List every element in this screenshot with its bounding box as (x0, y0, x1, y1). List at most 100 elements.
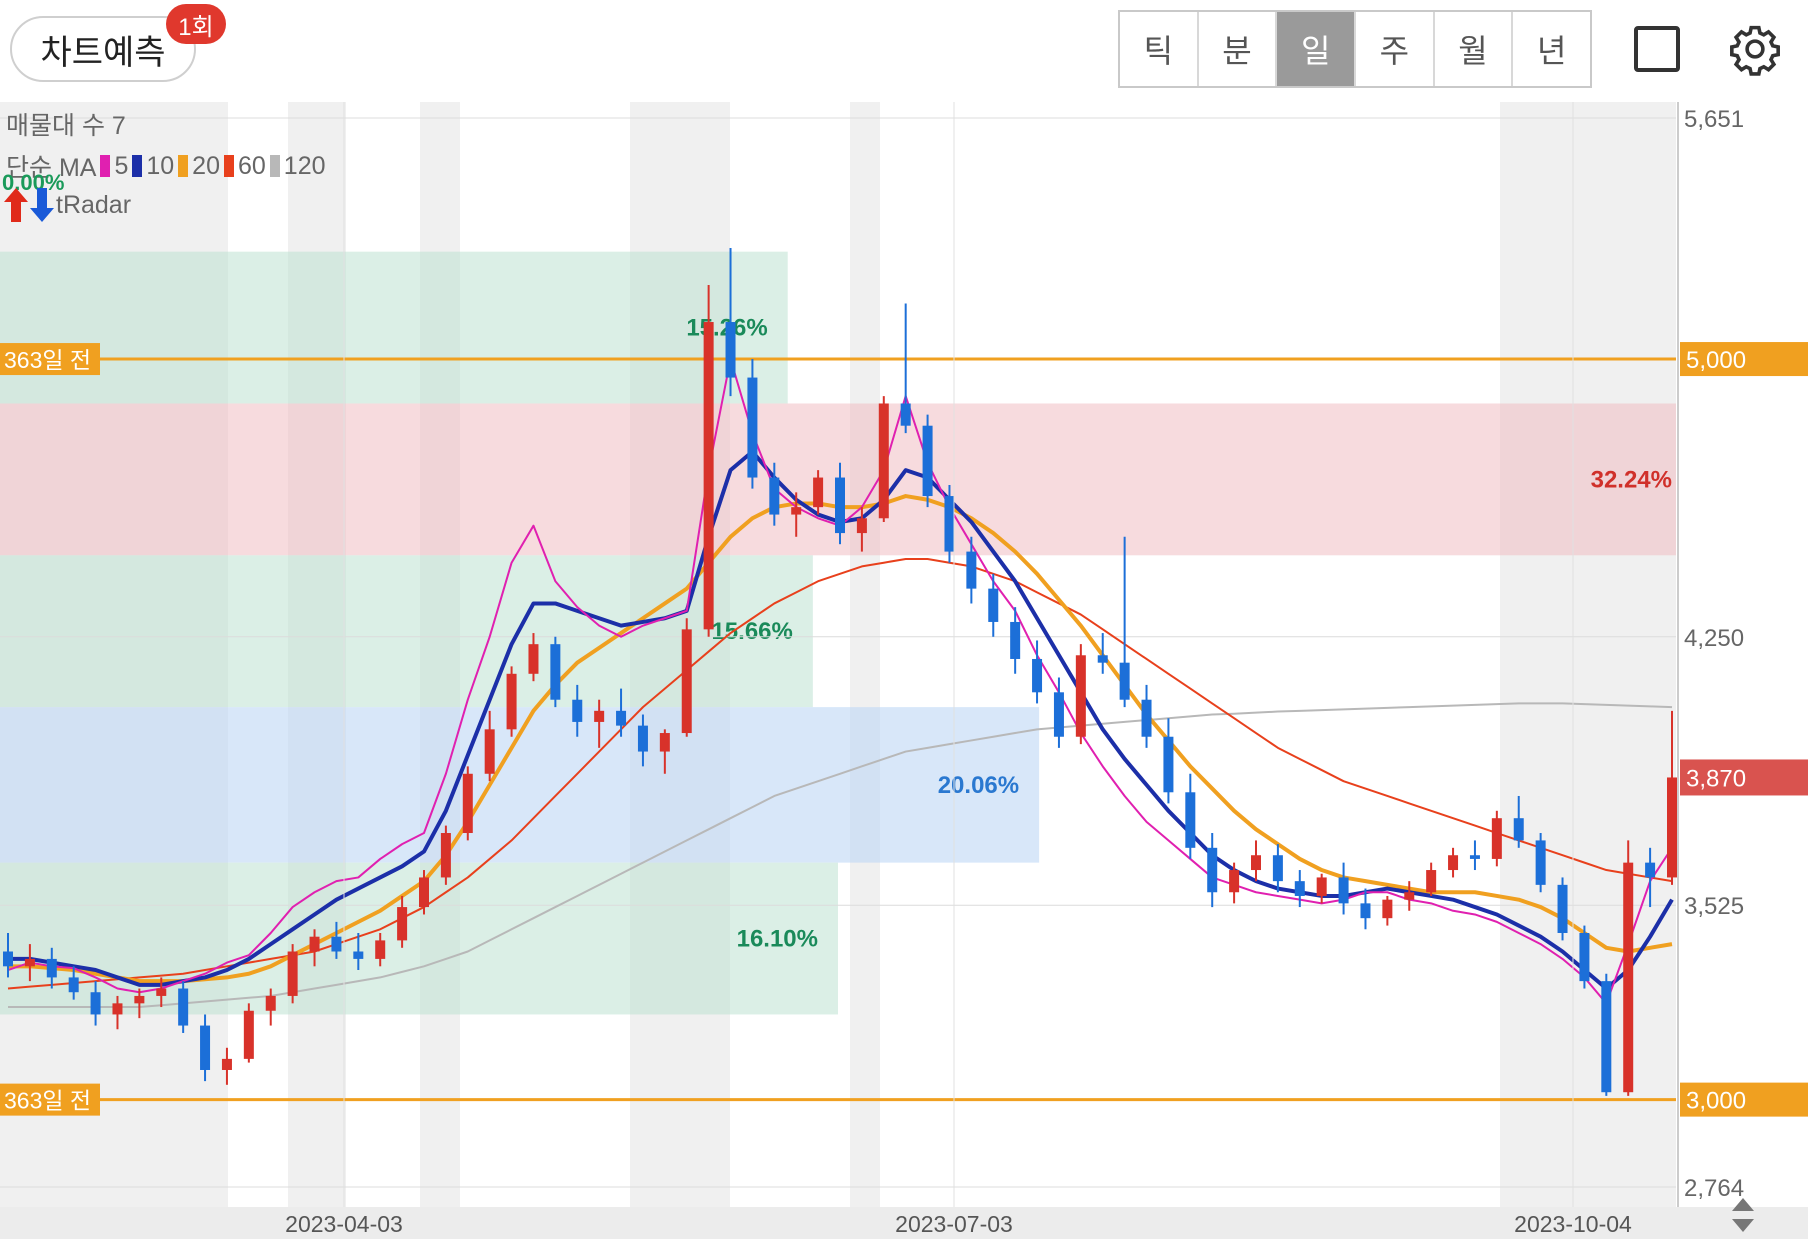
tradar-label: tRadar (56, 190, 132, 219)
candle-body (900, 403, 911, 426)
tab-tick[interactable]: 틱 (1120, 12, 1199, 86)
candle-body (1053, 692, 1064, 737)
volume-zone-pct: 16.10% (737, 926, 818, 953)
candle-body (1513, 818, 1524, 841)
candle-body (178, 988, 189, 1026)
candle-body (594, 710, 605, 722)
candle-body (988, 588, 999, 622)
candle-body (1535, 840, 1546, 885)
candle-body (3, 951, 13, 967)
candle-body (1426, 870, 1437, 893)
candle-body (419, 877, 429, 908)
ma5-label: 5 (114, 151, 129, 180)
candle-body (769, 477, 780, 515)
candle-body (200, 1025, 211, 1070)
volume-profile-legend: 매물대 수 7 (6, 112, 126, 140)
candle-body (1623, 862, 1634, 1093)
candle-body (1294, 881, 1305, 896)
candle-body (506, 673, 517, 730)
candle-body (134, 995, 145, 1004)
candle-body (353, 951, 364, 959)
x-tick-label: 2023-07-03 (895, 1211, 1013, 1237)
candle-body (1141, 699, 1152, 737)
reference-label: 363일 전 (4, 1088, 91, 1114)
candle-body (156, 988, 167, 996)
y-tick-label: 3,525 (1684, 893, 1744, 920)
tab-day[interactable]: 일 (1277, 12, 1357, 86)
reference-label: 363일 전 (4, 347, 91, 373)
tab-month[interactable]: 월 (1435, 12, 1514, 86)
weekend-band (1500, 102, 1676, 1207)
ma5-swatch (100, 155, 111, 177)
candle-body (1667, 777, 1677, 878)
candle-body (813, 477, 824, 508)
candle-body (1404, 892, 1415, 900)
candle-body (856, 518, 867, 534)
candle-body (309, 936, 320, 952)
ma60-swatch (223, 155, 234, 177)
candle-body (747, 377, 758, 478)
candle-body (68, 977, 79, 993)
candle-body (922, 425, 933, 497)
candle-body (791, 507, 802, 515)
fullscreen-square-icon[interactable] (1634, 26, 1680, 72)
candle-body (1119, 662, 1130, 700)
candle-body (1601, 981, 1612, 1093)
ma20-label: 20 (192, 151, 220, 180)
candle-body (725, 322, 736, 378)
candle-body (1185, 792, 1196, 848)
ma10-label: 10 (146, 151, 175, 180)
candle-body (550, 644, 561, 700)
candle-body (1469, 855, 1480, 859)
candle-body (1338, 877, 1349, 904)
candle-body (1360, 903, 1371, 919)
volume-zone-pct: 15.66% (711, 618, 792, 645)
candle-body (572, 699, 583, 722)
tab-week[interactable]: 주 (1356, 12, 1435, 86)
reference-price: 3,000 (1686, 1088, 1746, 1115)
candle-body (1557, 884, 1568, 933)
candle-body (1491, 818, 1502, 859)
up-arrow-icon (4, 188, 28, 222)
candle-body (331, 936, 342, 952)
current-price-label: 3,870 (1686, 765, 1746, 792)
price-chart[interactable]: 15.26%32.24%15.66%20.06%16.10%363일 전5,00… (0, 102, 1808, 1239)
ma20-swatch (178, 155, 189, 177)
candle-body (484, 729, 495, 774)
candle-body (878, 403, 889, 519)
candle-body (835, 477, 845, 534)
candle-body (1010, 621, 1021, 659)
candle-body (440, 833, 451, 878)
scroll-arrows-icon[interactable] (1728, 1196, 1758, 1234)
chart-predict-label: 차트예측 (40, 33, 166, 72)
top-toolbar: 차트예측 1회 틱 분 일 주 월 년 (0, 0, 1808, 100)
ma10-swatch (132, 155, 143, 177)
candle-body (1645, 862, 1656, 878)
candle-body (1229, 870, 1240, 893)
gear-icon[interactable] (1728, 22, 1782, 76)
tab-minute[interactable]: 분 (1199, 12, 1278, 86)
candle-body (287, 951, 298, 996)
candle-body (1579, 932, 1590, 982)
x-tick-label: 2023-10-04 (1514, 1211, 1632, 1237)
y-tick-label: 5,651 (1684, 106, 1744, 133)
x-tick-label: 2023-04-03 (285, 1211, 403, 1237)
volume-zone (0, 251, 788, 404)
reference-price: 5,000 (1686, 347, 1746, 374)
volume-zone-pct: 20.06% (938, 772, 1019, 799)
candle-body (944, 496, 955, 552)
candle-body (221, 1058, 232, 1070)
volume-zone-pct: 32.24% (1591, 466, 1672, 493)
candle-body (1163, 736, 1174, 793)
tab-year[interactable]: 년 (1513, 12, 1590, 86)
candle-body (1207, 847, 1218, 893)
weekend-band (850, 102, 880, 1207)
candle-body (659, 733, 670, 752)
period-tabs: 틱 분 일 주 월 년 (1118, 10, 1592, 88)
candle-body (1272, 855, 1283, 882)
candle-body (1075, 655, 1086, 737)
candle-body (703, 322, 714, 630)
candle-body (46, 958, 57, 978)
ma120-swatch (269, 155, 280, 177)
candle-body (528, 644, 539, 674)
